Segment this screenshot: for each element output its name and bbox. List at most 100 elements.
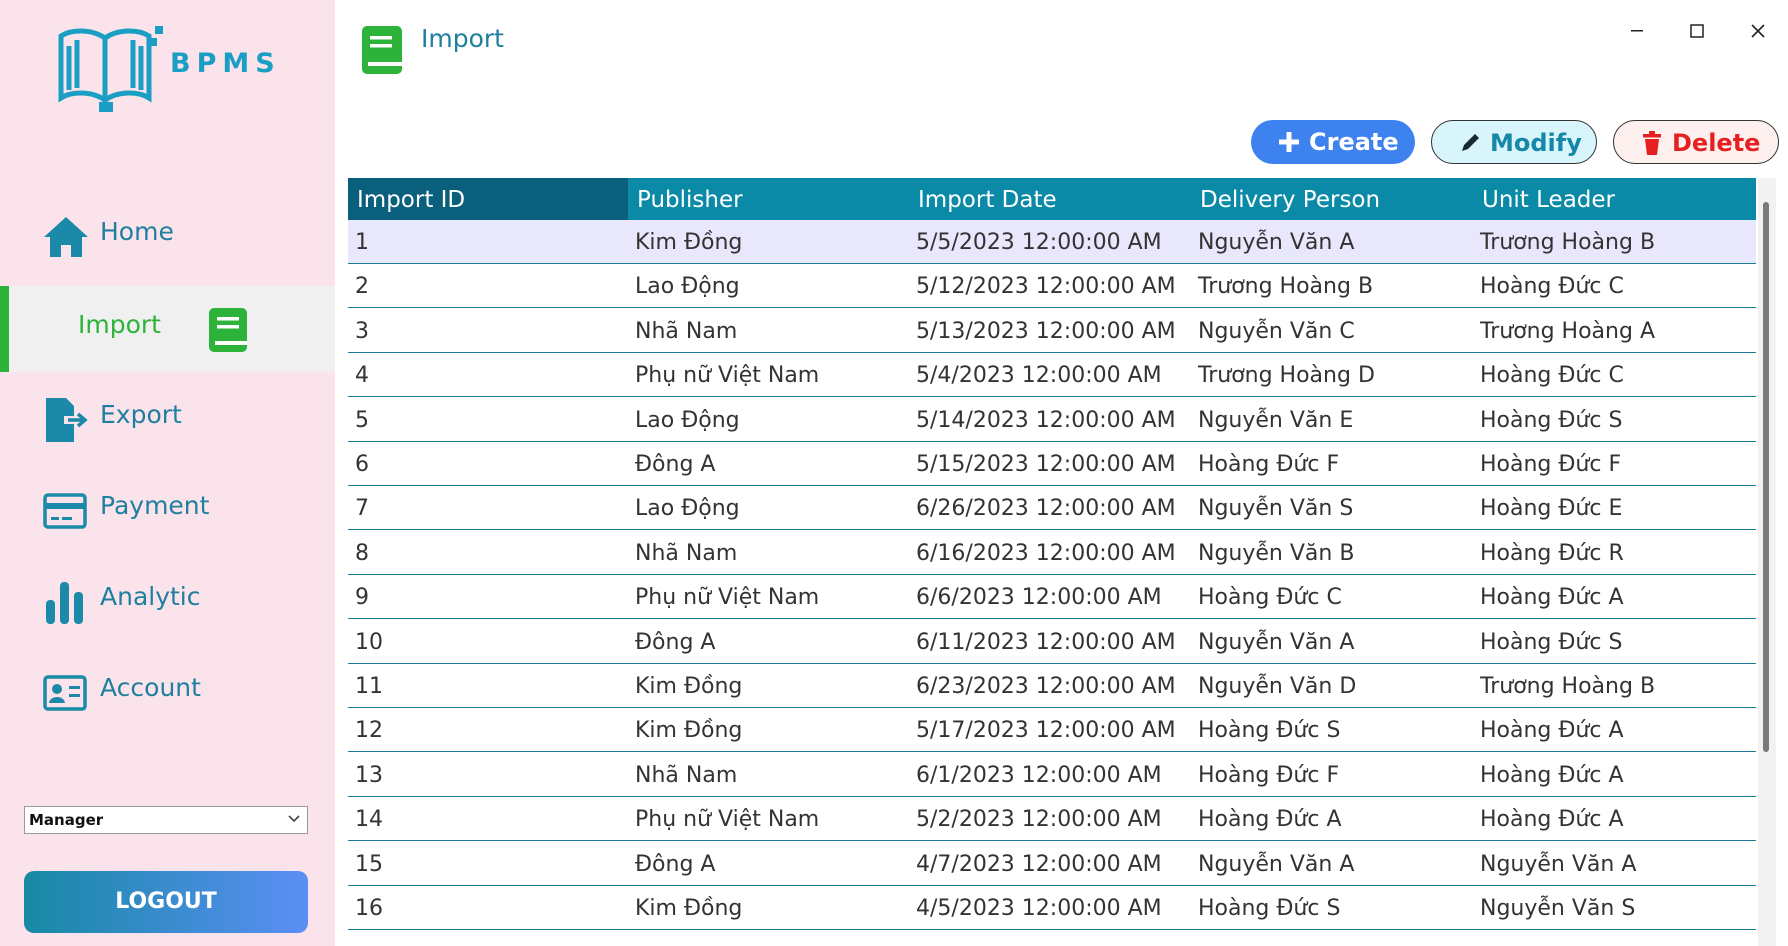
close-icon[interactable] bbox=[1743, 16, 1773, 46]
trash-icon bbox=[1643, 131, 1661, 155]
table-row[interactable]: 9 Phụ nữ Việt Nam 6/6/2023 12:00:00 AM Hoàn… bbox=[348, 575, 1756, 620]
table-row[interactable]: 5 Lao Động 5/14/2023 12:00:00 AM Nguyễn Văn… bbox=[348, 398, 1756, 442]
table-row[interactable]: 14 Phụ nữ Việt Nam 5/2/2023 12:00:00 AM Hoà… bbox=[348, 797, 1756, 842]
table-cell: Nguyễn Văn S bbox=[1198, 496, 1354, 522]
table-cell: 4 bbox=[355, 363, 369, 389]
sidebar-item-label: Analytic bbox=[100, 582, 201, 611]
home-icon bbox=[44, 217, 88, 257]
imports-table: Import ID Publisher Import Date Delivery Pe… bbox=[348, 178, 1756, 946]
table-cell: Nguyễn Văn A bbox=[1198, 629, 1355, 655]
minimize-icon[interactable] bbox=[1622, 16, 1652, 46]
table-cell: Hoàng Đức S bbox=[1480, 407, 1623, 433]
role-select-value: Manager bbox=[29, 811, 104, 829]
table-cell: Hoàng Đức A bbox=[1480, 585, 1624, 611]
table-cell: Hoàng Đức C bbox=[1198, 585, 1342, 611]
maximize-icon[interactable] bbox=[1682, 16, 1712, 46]
table-cell: Hoàng Đức C bbox=[1480, 363, 1624, 389]
table-cell: Nguyễn Văn C bbox=[1198, 318, 1355, 344]
chevron-down-icon bbox=[288, 815, 300, 823]
table-cell: 5/12/2023 12:00:00 AM bbox=[916, 274, 1176, 300]
table-cell: Hoàng Đức A bbox=[1480, 762, 1624, 788]
table-row[interactable]: 12 Kim Đồng 5/17/2023 12:00:00 AM Hoàng Đức… bbox=[348, 708, 1756, 753]
table-row[interactable]: 8 Nhã Nam 6/16/2023 12:00:00 AM Nguyễn Văn … bbox=[348, 531, 1756, 575]
table-cell: 7 bbox=[355, 496, 369, 522]
table-row[interactable]: 10 Đông A 6/11/2023 12:00:00 AM Nguyễn Văn … bbox=[348, 620, 1756, 664]
table-cell: Hoàng Đức A bbox=[1198, 807, 1342, 833]
table-cell: Nhã Nam bbox=[635, 318, 738, 344]
table-cell: Hoàng Đức F bbox=[1198, 762, 1340, 788]
column-header[interactable]: Import Date bbox=[909, 178, 1191, 220]
table-cell: Kim Đồng bbox=[635, 230, 743, 255]
table-cell: Trương Hoàng B bbox=[1480, 674, 1656, 699]
table-cell: Nguyễn Văn E bbox=[1198, 407, 1354, 433]
create-button[interactable]: Create bbox=[1251, 120, 1415, 164]
table-cell: Nguyễn Văn A bbox=[1480, 851, 1637, 877]
table-cell: 12 bbox=[355, 718, 383, 744]
table-cell: 5/5/2023 12:00:00 AM bbox=[916, 230, 1162, 255]
table-cell: Hoàng Đức R bbox=[1480, 540, 1624, 566]
sidebar-item-import[interactable]: Import bbox=[0, 286, 335, 372]
table-cell: 6/26/2023 12:00:00 AM bbox=[916, 496, 1176, 522]
table-row[interactable]: 4 Phụ nữ Việt Nam 5/4/2023 12:00:00 AM Trươ… bbox=[348, 353, 1756, 398]
credit-card-icon bbox=[43, 493, 87, 529]
table-cell: Nguyễn Văn A bbox=[1198, 851, 1355, 877]
table-cell: 6/1/2023 12:00:00 AM bbox=[916, 762, 1162, 788]
sidebar-item-payment[interactable]: Payment bbox=[0, 467, 335, 553]
table-cell: Trương Hoàng B bbox=[1480, 230, 1656, 255]
table-row[interactable]: 7 Lao Động 6/26/2023 12:00:00 AM Nguyễn Văn… bbox=[348, 486, 1756, 531]
table-cell: 10 bbox=[355, 629, 383, 655]
column-header[interactable]: Import ID bbox=[348, 178, 628, 220]
table-cell: 5/4/2023 12:00:00 AM bbox=[916, 363, 1162, 389]
table-cell: Hoàng Đức A bbox=[1480, 718, 1624, 744]
table-row[interactable]: 3 Nhã Nam 5/13/2023 12:00:00 AM Nguyễn Văn … bbox=[348, 309, 1756, 353]
table-cell: 5/2/2023 12:00:00 AM bbox=[916, 807, 1162, 833]
delete-button[interactable]: Delete bbox=[1613, 120, 1779, 164]
table-row[interactable]: 13 Nhã Nam 6/1/2023 12:00:00 AM Hoàng Đức F… bbox=[348, 753, 1756, 797]
table-row[interactable]: 1 Kim Đồng 5/5/2023 12:00:00 AM Nguyễn Văn … bbox=[348, 220, 1756, 264]
file-export-icon bbox=[46, 398, 88, 442]
table-cell: Kim Đồng bbox=[635, 896, 743, 921]
table-cell: Nguyễn Văn S bbox=[1480, 896, 1636, 921]
table-cell: Phụ nữ Việt Nam bbox=[635, 807, 820, 833]
book-icon bbox=[209, 308, 247, 352]
table-row[interactable]: 2 Lao Động 5/12/2023 12:00:00 AM Trương Hoà… bbox=[348, 264, 1756, 309]
table-cell: 8 bbox=[355, 540, 369, 566]
table-cell: 6 bbox=[355, 452, 369, 477]
table-cell: Nguyễn Văn A bbox=[1198, 230, 1355, 255]
modify-button[interactable]: Modify bbox=[1431, 120, 1597, 164]
table-cell: 16 bbox=[355, 896, 383, 921]
sidebar-item-label: Account bbox=[100, 673, 201, 702]
table-row[interactable]: 16 Kim Đồng 4/5/2023 12:00:00 AM Hoàng Đức … bbox=[348, 886, 1756, 930]
table-scrollbar-thumb[interactable] bbox=[1763, 202, 1769, 752]
active-indicator bbox=[0, 286, 9, 372]
table-row[interactable]: 11 Kim Đồng 6/23/2023 12:00:00 AM Nguyễn Vă… bbox=[348, 664, 1756, 708]
table-cell: Hoàng Đức F bbox=[1480, 452, 1622, 477]
sidebar-item-account[interactable]: Account bbox=[0, 649, 335, 735]
table-cell: 9 bbox=[355, 585, 369, 611]
table-cell: Phụ nữ Việt Nam bbox=[635, 585, 820, 611]
column-header[interactable]: Publisher bbox=[628, 178, 909, 220]
table-cell: 15 bbox=[355, 851, 383, 877]
sidebar-item-home[interactable]: Home bbox=[0, 193, 335, 279]
book-icon bbox=[362, 26, 402, 74]
bar-chart-icon bbox=[46, 582, 83, 624]
column-header[interactable]: Delivery Person bbox=[1191, 178, 1473, 220]
table-cell: Đông A bbox=[635, 851, 716, 877]
book-logo-icon bbox=[58, 26, 163, 112]
sidebar-item-export[interactable]: Export bbox=[0, 376, 335, 462]
app-logo: BPMS bbox=[55, 18, 285, 118]
logout-button[interactable]: LOGOUT bbox=[24, 871, 308, 933]
table-row[interactable]: 6 Đông A 5/15/2023 12:00:00 AM Hoàng Đức F H… bbox=[348, 442, 1756, 486]
table-row[interactable]: 15 Đông A 4/7/2023 12:00:00 AM Nguyễn Văn A… bbox=[348, 842, 1756, 886]
table-cell: 5/15/2023 12:00:00 AM bbox=[916, 452, 1176, 477]
sidebar: BPMS Home Import Export Payment Analytic… bbox=[0, 0, 335, 946]
table-cell: Nhã Nam bbox=[635, 762, 738, 788]
table-cell: Lao Động bbox=[635, 407, 740, 433]
column-header[interactable]: Unit Leader bbox=[1473, 178, 1756, 220]
sidebar-item-label: Export bbox=[100, 400, 182, 429]
create-button-label: Create bbox=[1309, 128, 1399, 156]
role-select[interactable]: Manager bbox=[24, 806, 308, 834]
table-cell: Trương Hoàng D bbox=[1198, 363, 1375, 389]
modify-button-label: Modify bbox=[1490, 129, 1582, 157]
sidebar-item-analytic[interactable]: Analytic bbox=[0, 558, 335, 644]
